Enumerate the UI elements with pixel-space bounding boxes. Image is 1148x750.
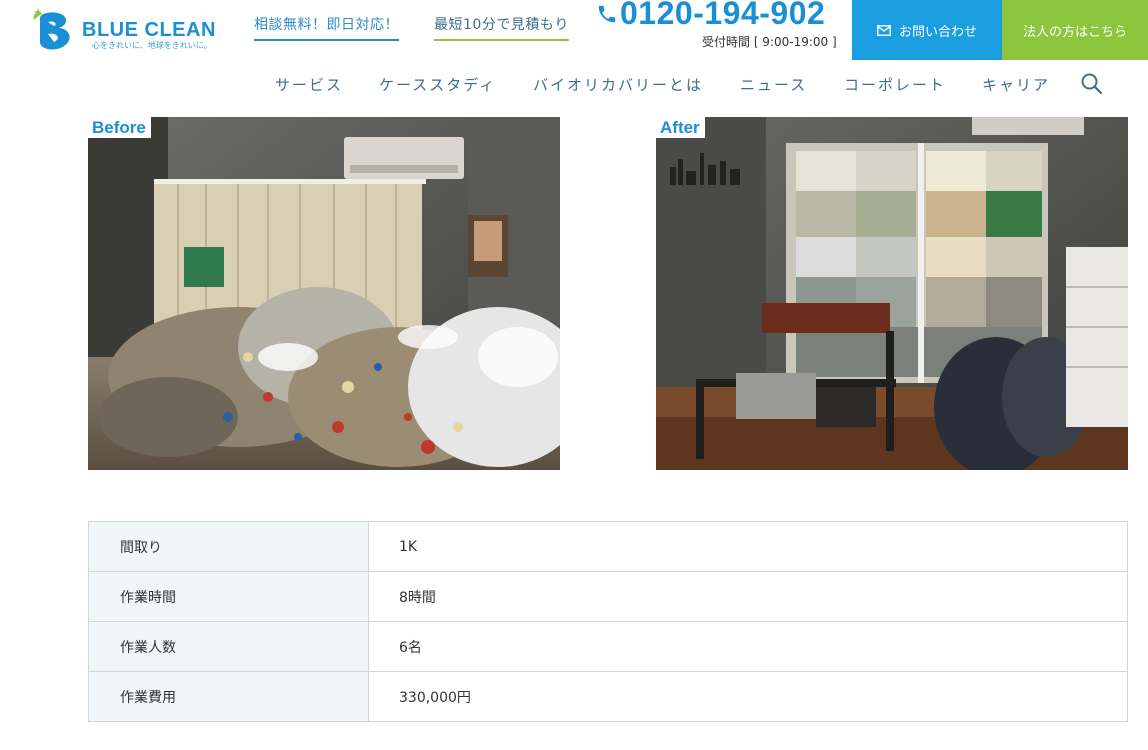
cost-label: 作業費用 (88, 671, 369, 722)
nav-item-corporate[interactable]: コーポレート (844, 74, 946, 95)
mail-icon (877, 24, 891, 36)
before-room-image (88, 117, 560, 470)
logo-tagline: 心をきれいに、地球をきれいに。 (92, 41, 212, 50)
table-row: 作業時間 8時間 (88, 571, 1128, 622)
phone-icon (598, 5, 616, 23)
site-logo[interactable]: BLUE CLEAN 心をきれいに、地球をきれいに。 (30, 6, 240, 54)
table-row: 作業人数 6名 (88, 621, 1128, 672)
logo-mark-icon (33, 8, 70, 50)
cost-value: 330,000円 (368, 671, 1128, 722)
floor-plan-label: 間取り (88, 521, 369, 572)
nav-item-news[interactable]: ニュース (740, 74, 807, 95)
staff-count-label: 作業人数 (88, 621, 369, 672)
work-time-label: 作業時間 (88, 571, 369, 622)
phone-link[interactable]: 0120-194-902 (594, 0, 844, 32)
tagline-free-consult: 相談無料！即日対応！ (254, 14, 399, 41)
site-header: BLUE CLEAN 心をきれいに、地球をきれいに。 相談無料！即日対応！ 最短… (0, 0, 1148, 62)
contact-button[interactable]: お問い合わせ (852, 0, 1002, 60)
before-label: Before (88, 117, 151, 138)
search-icon (1081, 73, 1103, 95)
before-photo: Before (88, 117, 560, 470)
table-row: 間取り 1K (88, 521, 1128, 572)
table-row: 作業費用 330,000円 (88, 671, 1128, 722)
nav-item-service[interactable]: サービス (275, 74, 343, 95)
corporate-button[interactable]: 法人の方はこちら (1002, 0, 1148, 60)
after-photo: After (656, 117, 1128, 470)
staff-count-value: 6名 (368, 621, 1128, 672)
nav-item-case-study[interactable]: ケーススタディ (379, 74, 496, 95)
tagline-quick-estimate: 最短10分で見積もり (434, 14, 569, 41)
corporate-label: 法人の方はこちら (1022, 24, 1127, 40)
after-room-image (656, 117, 1128, 470)
floor-plan-value: 1K (368, 521, 1128, 572)
search-button[interactable] (1080, 72, 1104, 96)
logo-name: BLUE CLEAN (82, 19, 216, 41)
nav-item-career[interactable]: キャリア (982, 74, 1050, 95)
case-details-table: 間取り 1K 作業時間 8時間 作業人数 6名 作業費用 330,000円 (88, 521, 1128, 722)
phone-number: 0120-194-902 (620, 0, 826, 31)
main-nav: サービス ケーススタディ バイオリカバリーとは ニュース コーポレート キャリア (0, 72, 1148, 98)
contact-label: お問い合わせ (898, 24, 977, 40)
business-hours: 受付時間 [ 9:00-19:00 ] (702, 35, 837, 49)
nav-item-bio-recovery[interactable]: バイオリカバリーとは (533, 74, 703, 95)
work-time-value: 8時間 (368, 571, 1128, 622)
after-label: After (656, 117, 705, 138)
